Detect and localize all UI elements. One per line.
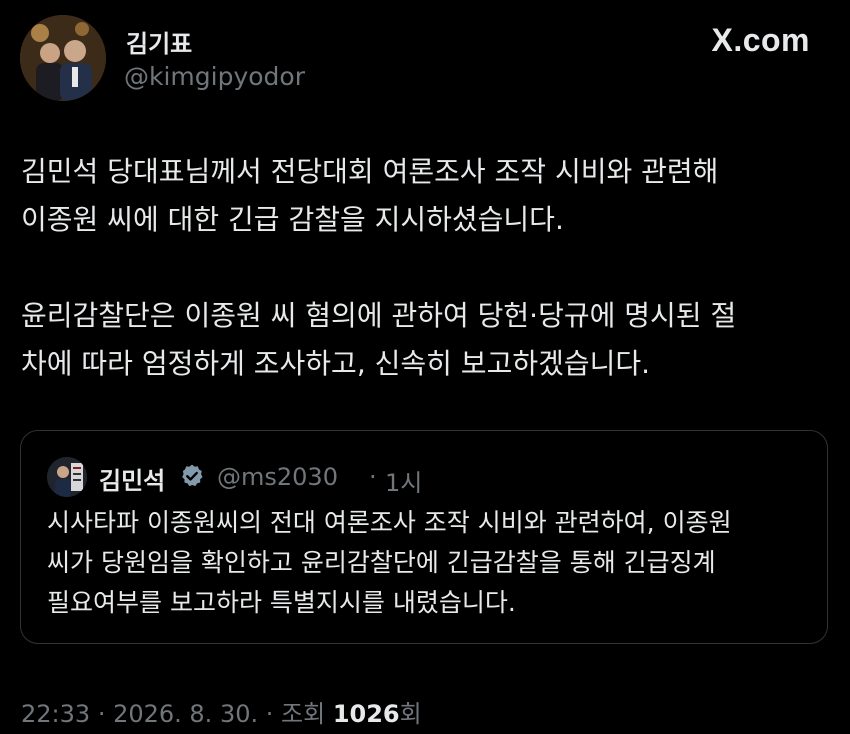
author-avatar[interactable] xyxy=(20,15,106,101)
author-display-name[interactable]: 김기표 xyxy=(126,24,192,59)
meta-separator: · xyxy=(97,700,114,728)
post-line: 윤리감찰단은 이종원 씨 혐의에 관하여 당헌·당규에 명시된 절 xyxy=(21,299,737,332)
quote-line: 시사타파 이종원씨의 전대 여론조사 조작 시비와 관련하여, 이종원 xyxy=(47,508,732,537)
post-paragraph: 윤리감찰단은 이종원 씨 혐의에 관하여 당헌·당규에 명시된 절 차에 따라 … xyxy=(21,292,831,388)
views-label: 조회 xyxy=(281,700,326,728)
post-text: 김민석 당대표님께서 전당대회 여론조사 조작 시비와 관련해 이종원 씨에 대… xyxy=(21,148,831,388)
post-line: 이종원 씨에 대한 긴급 감찰을 지시하셨습니다. xyxy=(21,203,564,236)
post-time[interactable]: 22:33 xyxy=(21,700,90,728)
quote-text: 시사타파 이종원씨의 전대 여론조사 조작 시비와 관련하여, 이종원 씨가 당… xyxy=(47,503,817,623)
quote-line: 씨가 당원임을 확인하고 윤리감찰단에 긴급감찰을 통해 긴급징계 xyxy=(47,548,716,577)
author-handle[interactable]: @kimgipyodor xyxy=(124,62,305,91)
quote-line: 필요여부를 보고하라 특별지시를 내렸습니다. xyxy=(47,588,516,617)
quote-separator: · xyxy=(369,463,377,491)
quote-author-avatar[interactable] xyxy=(47,457,87,497)
post-date[interactable]: 2026. 8. 30. xyxy=(113,700,258,728)
verified-badge-icon xyxy=(182,464,203,487)
post-line: 김민석 당대표님께서 전당대회 여론조사 조작 시비와 관련해 xyxy=(21,155,719,188)
meta-separator: · xyxy=(265,700,282,728)
post-meta: 22:33 · 2026. 8. 30. · 조회 1026회 xyxy=(21,694,422,729)
quote-author-name[interactable]: 김민석 xyxy=(99,461,165,496)
avatar-photo xyxy=(20,15,106,101)
x-com-brand: X.com xyxy=(711,22,810,58)
post-paragraph: 김민석 당대표님께서 전당대회 여론조사 조작 시비와 관련해 이종원 씨에 대… xyxy=(21,148,831,244)
quote-author-handle[interactable]: @ms2030 xyxy=(217,463,338,491)
quoted-post[interactable]: 김민석 @ms2030 · 1시 시사타파 이종원씨의 전대 여론조사 조작 시… xyxy=(20,430,828,644)
post-line: 차에 따라 엄정하게 조사하고, 신속히 보고하겠습니다. xyxy=(21,347,651,380)
quote-timestamp[interactable]: 1시 xyxy=(385,463,422,498)
quote-avatar-photo xyxy=(47,457,87,497)
views-count: 1026 xyxy=(332,700,400,728)
views-suffix: 회 xyxy=(399,700,422,728)
